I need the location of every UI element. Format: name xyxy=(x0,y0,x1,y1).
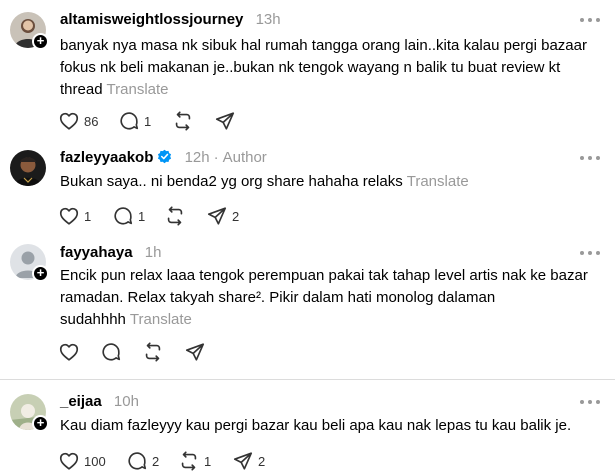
repost-count: 1 xyxy=(204,453,212,469)
username[interactable]: _eijaa xyxy=(60,393,102,410)
more-options-icon[interactable] xyxy=(579,397,601,407)
verified-badge-icon xyxy=(158,149,172,164)
post-text: Kau diam fazleyyy kau pergi bazar kau be… xyxy=(60,417,572,434)
share-count: 2 xyxy=(232,208,240,224)
reply-button[interactable]: 1 xyxy=(118,109,151,133)
more-options-icon[interactable] xyxy=(579,248,601,258)
speech-bubble-icon xyxy=(112,205,134,227)
post-text: Bukan saya.. ni benda2 yg org share haha… xyxy=(60,173,469,190)
reply-button[interactable]: 1 xyxy=(112,204,145,228)
timestamp: 10h xyxy=(113,393,139,410)
thread-post: + fayyahaya 1h Encik pun relax laaa teng… xyxy=(0,236,615,379)
timestamp: 1h xyxy=(144,244,162,261)
follow-plus-icon[interactable]: + xyxy=(32,33,49,50)
translate-link[interactable]: Translate xyxy=(107,81,169,98)
reply-button[interactable]: 2 xyxy=(126,449,159,473)
repost-arrows-icon xyxy=(164,205,186,227)
username[interactable]: altamisweightlossjourney xyxy=(60,11,243,28)
follow-plus-icon[interactable]: + xyxy=(32,265,49,282)
share-button[interactable] xyxy=(184,340,206,364)
repost-button[interactable] xyxy=(142,340,164,364)
more-options-icon[interactable] xyxy=(579,15,601,25)
reply-count: 1 xyxy=(144,113,152,129)
speech-bubble-icon xyxy=(126,450,148,472)
username[interactable]: fayyahaya xyxy=(60,244,133,261)
like-count: 1 xyxy=(84,208,92,224)
like-button[interactable]: 1 xyxy=(58,204,91,228)
repost-arrows-icon xyxy=(178,450,200,472)
translate-link[interactable]: Translate xyxy=(130,311,192,328)
paper-plane-icon xyxy=(206,205,228,227)
follow-plus-icon[interactable]: + xyxy=(32,415,49,432)
timestamp: 12h xyxy=(184,149,210,166)
share-count: 2 xyxy=(258,453,266,469)
more-options-icon[interactable] xyxy=(579,153,601,163)
repost-button[interactable] xyxy=(164,204,190,228)
speech-bubble-icon xyxy=(118,110,140,132)
post-text: Encik pun relax laaa tengok perempuan pa… xyxy=(60,267,588,328)
thread-post: + altamisweightlossjourney 13h banyak ny… xyxy=(0,0,615,142)
repost-arrows-icon xyxy=(172,110,194,132)
like-button[interactable]: 100 xyxy=(58,449,106,473)
heart-icon xyxy=(58,110,80,132)
thread-post: + _eijaa 10h Kau diam fazleyyy kau pergi… xyxy=(0,380,615,470)
thread-post: fazleyyaakob 12h · Author Bukan saya.. ni … xyxy=(0,142,615,236)
timestamp: 13h xyxy=(255,11,281,28)
speech-bubble-icon xyxy=(100,341,122,363)
username[interactable]: fazleyyaakob xyxy=(60,149,153,166)
reply-button[interactable] xyxy=(100,340,122,364)
repost-button[interactable]: 1 xyxy=(178,449,211,473)
heart-icon xyxy=(58,205,80,227)
translate-link[interactable]: Translate xyxy=(407,173,469,190)
post-text: banyak nya masa nk sibuk hal rumah tangg… xyxy=(60,37,587,98)
author-label: Author xyxy=(222,149,267,166)
share-button[interactable] xyxy=(214,109,240,133)
repost-button[interactable] xyxy=(172,109,198,133)
like-button[interactable] xyxy=(58,340,80,364)
repost-arrows-icon xyxy=(142,341,164,363)
share-button[interactable]: 2 xyxy=(232,449,265,473)
share-button[interactable]: 2 xyxy=(206,204,239,228)
reply-count: 1 xyxy=(138,208,146,224)
heart-icon xyxy=(58,341,80,363)
avatar[interactable] xyxy=(10,150,46,186)
like-count: 100 xyxy=(84,453,106,469)
like-count: 86 xyxy=(84,113,99,129)
paper-plane-icon xyxy=(184,341,206,363)
heart-icon xyxy=(58,450,80,472)
like-button[interactable]: 86 xyxy=(58,109,98,133)
reply-count: 2 xyxy=(152,453,160,469)
paper-plane-icon xyxy=(232,450,254,472)
paper-plane-icon xyxy=(214,110,236,132)
